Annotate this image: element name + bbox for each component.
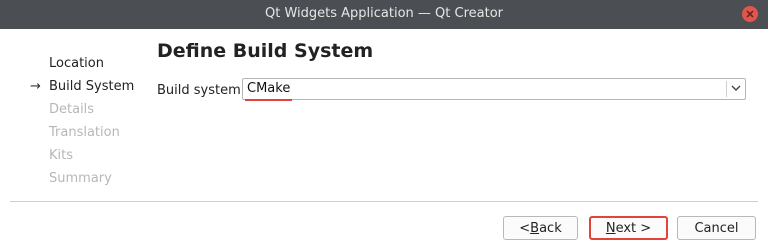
next-button[interactable]: Next > xyxy=(589,216,668,240)
next-button-label: ext > xyxy=(615,220,652,236)
build-system-label: Build system: xyxy=(157,83,246,98)
next-button-mnemonic: N xyxy=(605,220,616,236)
step-build-system: → Build System xyxy=(30,79,135,94)
window-title: Qt Widgets Application — Qt Creator xyxy=(264,6,503,21)
step-summary: Summary xyxy=(49,171,112,186)
build-system-dropdown[interactable]: CMake xyxy=(242,78,746,101)
dropdown-separator xyxy=(726,81,727,97)
step-location: Location xyxy=(49,56,104,71)
close-button[interactable] xyxy=(742,6,758,22)
cancel-button[interactable]: Cancel xyxy=(677,216,756,240)
arrow-right-icon: → xyxy=(30,79,41,94)
step-kits: Kits xyxy=(49,148,74,163)
step-details: Details xyxy=(49,102,95,117)
wizard-steps: Location → Build System Details Translat… xyxy=(30,55,134,193)
page-title: Define Build System xyxy=(157,40,374,62)
footer-divider xyxy=(10,201,758,202)
wizard-window: Qt Widgets Application — Qt Creator Loca… xyxy=(0,0,768,249)
back-button-label: ack xyxy=(539,220,562,236)
title-bar: Qt Widgets Application — Qt Creator xyxy=(0,0,768,29)
back-button-prefix: < xyxy=(519,220,531,236)
close-icon xyxy=(746,10,754,18)
step-translation: Translation xyxy=(49,125,120,140)
back-button[interactable]: < Back xyxy=(503,216,578,240)
chevron-down-icon[interactable] xyxy=(731,84,741,92)
build-system-value: CMake xyxy=(247,81,291,96)
back-button-mnemonic: B xyxy=(530,220,540,236)
highlight-underline xyxy=(245,99,292,101)
